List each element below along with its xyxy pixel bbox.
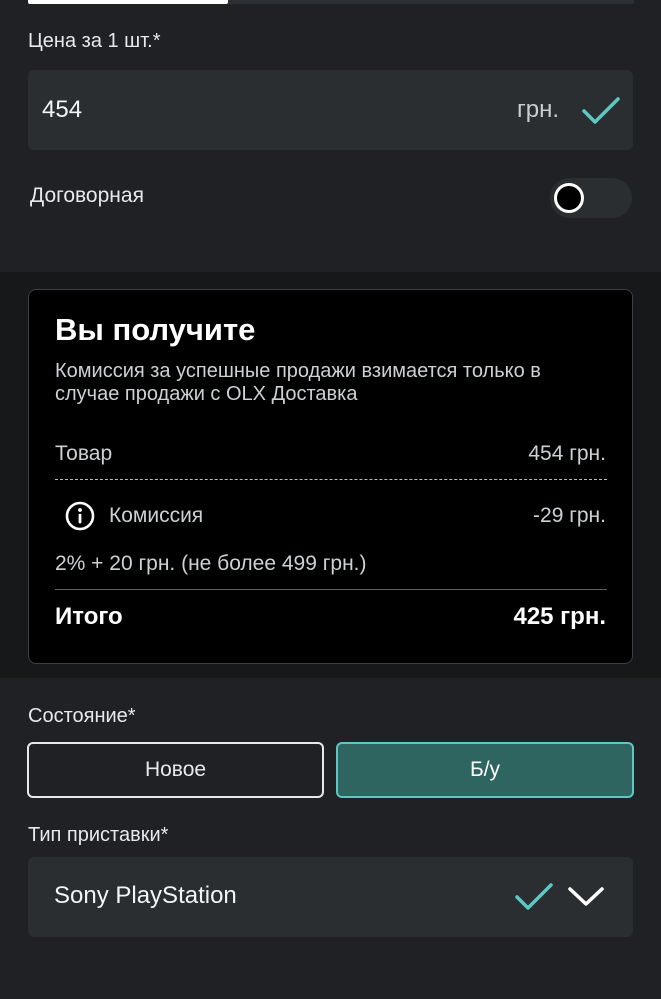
price-unit: грн. bbox=[516, 96, 559, 123]
console-type-label: Тип приставки* bbox=[28, 824, 169, 846]
commission-note: 2% + 20 грн. (не более 499 грн.) bbox=[55, 552, 367, 575]
dashed-divider bbox=[55, 479, 607, 480]
commission-value: -29 грн. bbox=[533, 504, 606, 527]
price-label: Цена за 1 шт.* bbox=[28, 30, 161, 52]
summary-title: Вы получите bbox=[55, 312, 256, 347]
info-icon[interactable] bbox=[65, 501, 95, 531]
condition-used-button[interactable]: Б/у bbox=[336, 742, 634, 798]
console-type-select[interactable]: Sony PlayStation bbox=[28, 857, 633, 937]
check-icon bbox=[515, 883, 553, 910]
negotiable-toggle[interactable] bbox=[550, 178, 632, 218]
total-label: Итого bbox=[55, 603, 123, 630]
total-value: 425 грн. bbox=[513, 603, 606, 630]
item-value: 454 грн. bbox=[528, 442, 606, 465]
commission-label: Комиссия bbox=[109, 504, 204, 527]
negotiable-label: Договорная bbox=[30, 184, 144, 207]
condition-label: Состояние* bbox=[28, 705, 136, 727]
condition-new-button[interactable]: Новое bbox=[27, 742, 324, 798]
item-label: Товар bbox=[55, 442, 113, 465]
summary-card: Вы получите Комиссия за успешные продажи… bbox=[28, 289, 633, 664]
toggle-knob bbox=[554, 183, 584, 213]
summary-description: Комиссия за успешные продажи взимается т… bbox=[55, 360, 541, 405]
console-type-value: Sony PlayStation bbox=[54, 882, 237, 909]
total-divider bbox=[55, 589, 607, 590]
top-tab-bar bbox=[28, 0, 634, 4]
price-input-value[interactable]: 454 bbox=[42, 96, 82, 124]
top-tab-active-indicator bbox=[28, 0, 228, 4]
price-field[interactable]: 454 грн. bbox=[28, 70, 633, 150]
chevron-down-icon[interactable] bbox=[567, 885, 605, 909]
check-icon bbox=[582, 97, 620, 124]
